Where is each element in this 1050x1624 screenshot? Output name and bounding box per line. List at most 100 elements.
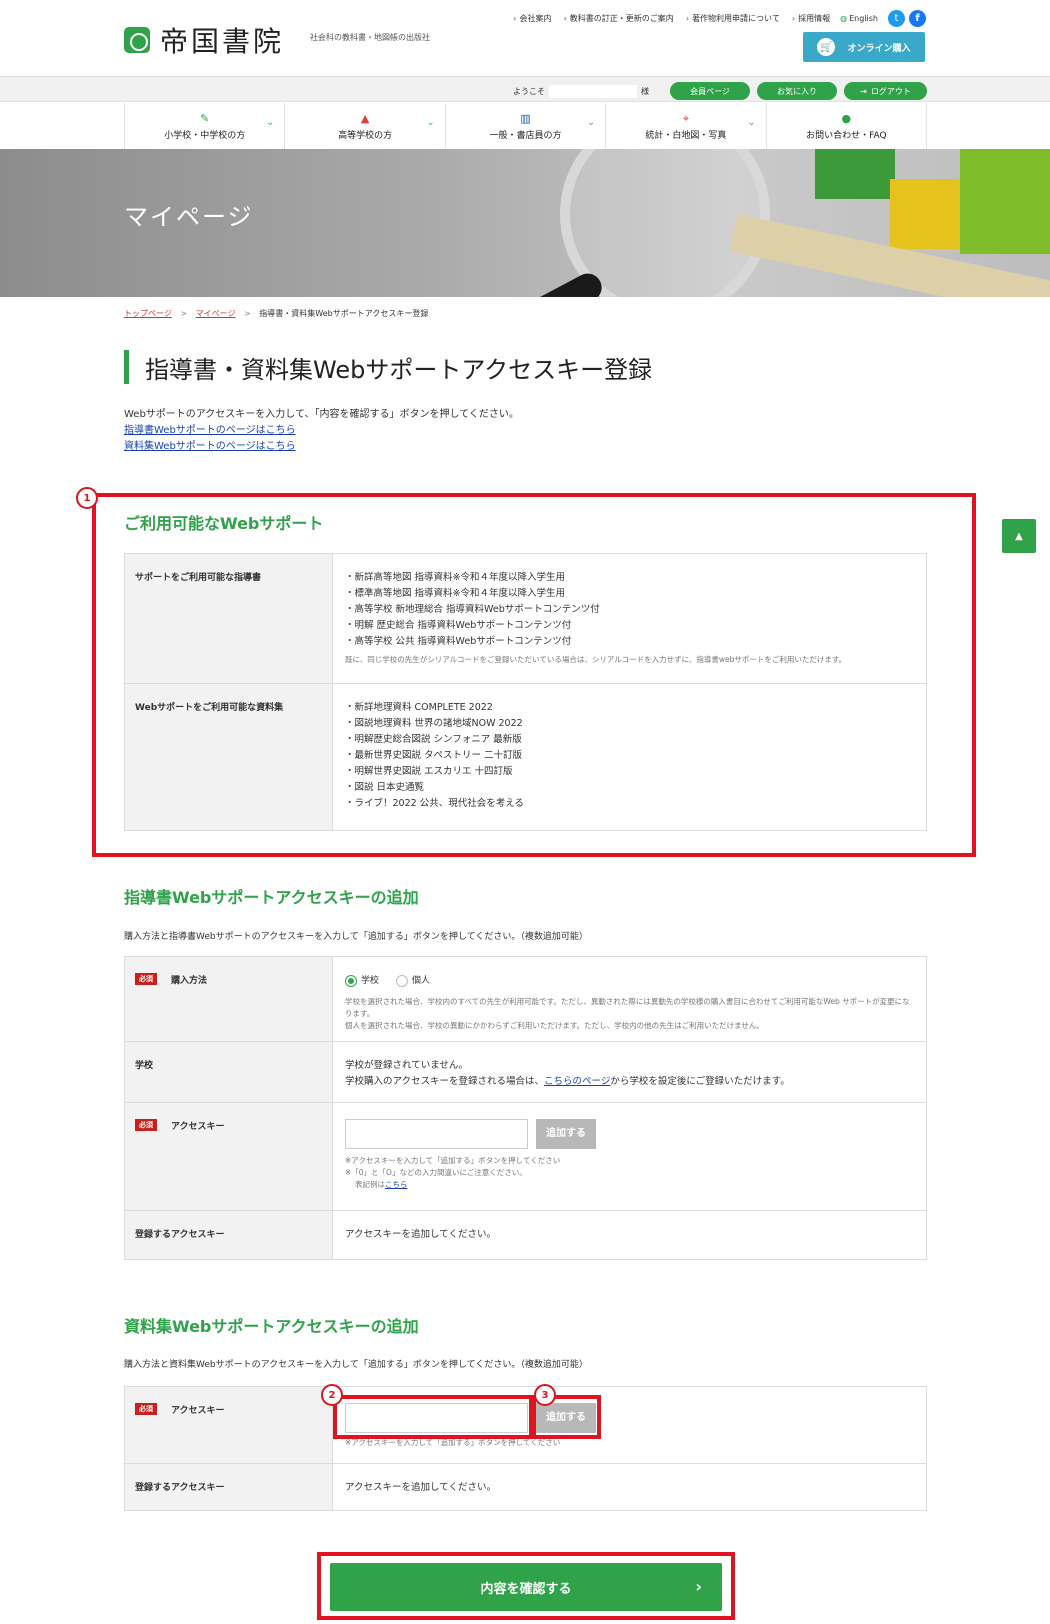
radio-checked-icon [345, 975, 357, 987]
registered-keys-label: 登録するアクセスキー [125, 1464, 333, 1510]
honorific: 様 [641, 87, 649, 96]
key-input-row: 追加する [345, 1119, 914, 1149]
guide-key-table: 必須 購入方法 学校 個人 学校を選択された場合、学校内のすべての先生が利用可能… [124, 956, 927, 1260]
pencil-icon: ✎ [200, 111, 210, 125]
required-badge: 必須 [135, 1119, 157, 1131]
notation-example-link[interactable]: こちら [385, 1180, 408, 1189]
nav-label: 高等学校の方 [338, 130, 393, 141]
school-field: 学校が登録されていません。 学校購入のアクセスキーを登録される場合は、こちらのペ… [333, 1042, 926, 1102]
access-key-label: 必須 アクセスキー [125, 1103, 333, 1210]
facebook-icon[interactable]: f [909, 10, 926, 27]
radio-unchecked-icon [396, 975, 409, 987]
logout-icon: ⇥ [860, 86, 867, 96]
globe-icon: ◍ [840, 14, 848, 23]
chevron-down-icon: ⌄ [426, 117, 435, 128]
chevron-down-icon: ⌄ [266, 117, 275, 128]
table-row: 登録するアクセスキー アクセスキーを追加してください。 [125, 1211, 926, 1259]
school-text: 学校購入のアクセスキーを登録される場合は、 [345, 1076, 545, 1087]
purchase-method-label: 必須 購入方法 [125, 957, 333, 1041]
tagline: 社会科の教科書・地図帳の出版社 [310, 33, 430, 42]
nav-elementary-junior[interactable]: ✎ 小学校・中学校の方 ⌄ [125, 103, 286, 149]
purchase-note: 学校を選択された場合、学校内のすべての先生が利用可能です。ただし、異動された際に… [345, 997, 910, 1018]
school-page-link[interactable]: こちらのページ [544, 1076, 610, 1087]
nav-high-school[interactable]: ▲ 高等学校の方 ⌄ [285, 103, 446, 149]
registered-keys-label: 登録するアクセスキー [125, 1211, 333, 1259]
logout-button[interactable]: ⇥ ログアウト [844, 82, 927, 100]
link-corrections[interactable]: 教科書の訂正・更新のご案内 [563, 13, 674, 24]
key-note: 表記例はこちら [345, 1179, 914, 1191]
nav-general-bookstore[interactable]: ▥ 一般・書店員の方 ⌄ [446, 103, 607, 149]
online-purchase-button[interactable]: 🛒 オンライン購入 [803, 32, 925, 62]
logo-text: 帝国書院 [160, 25, 285, 58]
logout-label: ログアウト [870, 86, 911, 96]
magnifier-handle [381, 268, 607, 297]
access-key-field: 追加する ※アクセスキーを入力して「追加する」ボタンを押してください ※「0」と… [333, 1103, 926, 1210]
breadcrumb-current: 指導書・資料集Webサポートアクセスキー登録 [259, 309, 429, 318]
access-key-label: 必須 アクセスキー [125, 1387, 333, 1463]
school-message: 学校が登録されていません。 [345, 1060, 468, 1071]
books-icon: ▥ [520, 111, 531, 125]
welcome-label: ようこそ [513, 87, 545, 96]
required-badge: 必須 [135, 1403, 157, 1415]
top-links: 会社案内 教科書の訂正・更新のご案内 著作物利用申請について 採用情報 ◍ En… [501, 10, 926, 27]
nav-statistics-maps[interactable]: ⌖ 統計・白地図・写真 ⌄ [606, 103, 767, 149]
table-row: 学校 学校が登録されていません。 学校購入のアクセスキーを登録される場合は、こち… [125, 1042, 926, 1103]
material-key-heading: 資料集Webサポートアクセスキーの追加 [124, 1317, 419, 1336]
main-nav: ✎ 小学校・中学校の方 ⌄ ▲ 高等学校の方 ⌄ ▥ 一般・書店員の方 ⌄ ⌖ … [124, 103, 928, 149]
intro-text: Webサポートのアクセスキーを入力して、「内容を確認する」ボタンを押してください… [124, 409, 519, 420]
radio-school[interactable]: 学校 [345, 973, 379, 989]
guide-add-button[interactable]: 追加する [536, 1119, 596, 1149]
guide-support-link[interactable]: 指導書Webサポートのページはこちら [124, 423, 519, 439]
breadcrumb: トップページ > マイページ > 指導書・資料集Webサポートアクセスキー登録 [124, 308, 428, 319]
callout-badge: 2 [321, 1384, 343, 1406]
nav-label: 一般・書店員の方 [489, 130, 562, 141]
purchase-label: 購入方法 [171, 976, 208, 986]
online-purchase-label: オンライン購入 [847, 43, 911, 54]
nav-contact-faq[interactable]: ● お問い合わせ・FAQ [767, 103, 928, 149]
breadcrumb-separator: > [244, 309, 251, 318]
link-company[interactable]: 会社案内 [513, 13, 551, 24]
breadcrumb-separator: > [180, 309, 188, 318]
nav-label: 統計・白地図・写真 [645, 130, 727, 141]
breadcrumb-home[interactable]: トップページ [124, 309, 172, 318]
table-row: 必須 アクセスキー 追加する ※アクセスキーを入力して「追加する」ボタンを押して… [125, 1103, 926, 1211]
scroll-to-top-button[interactable]: ▲ [1002, 519, 1036, 553]
twitter-icon[interactable]: t [888, 10, 905, 27]
nav-label: 小学校・中学校の方 [164, 130, 246, 141]
registered-keys-message: アクセスキーを追加してください。 [345, 1482, 496, 1493]
table-row: 登録するアクセスキー アクセスキーを追加してください。 [125, 1464, 926, 1510]
favorites-button[interactable]: お気に入り [757, 82, 837, 100]
key-note: ※アクセスキーを入力して「追加する」ボタンを押してください [345, 1156, 561, 1165]
chevron-down-icon: ⌄ [747, 117, 756, 128]
school-label: 学校 [125, 1042, 333, 1102]
intro: Webサポートのアクセスキーを入力して、「内容を確認する」ボタンを押してください… [124, 407, 519, 455]
link-recruit[interactable]: 採用情報 [792, 13, 830, 24]
purchase-note: 個人を選択された場合、学校の異動にかかわらずご利用いただけます。ただし、学校内の… [345, 1021, 764, 1030]
school-text: から学校を設定後にご登録いただけます。 [610, 1076, 790, 1087]
link-copyright[interactable]: 著作物利用申請について [686, 13, 780, 24]
chat-icon: ● [841, 111, 852, 125]
guide-access-key-input[interactable] [345, 1119, 528, 1149]
map-pin-icon: ⌖ [682, 111, 690, 125]
material-support-link[interactable]: 資料集Webサポートのページはこちら [124, 439, 519, 455]
arrow-up-icon: ▲ [1015, 530, 1023, 542]
cart-icon: 🛒 [817, 38, 836, 56]
hero-title: マイページ [124, 203, 254, 231]
registered-keys-message: アクセスキーを追加してください。 [345, 1229, 496, 1240]
member-page-button[interactable]: 会員ページ [670, 82, 750, 100]
nav-label: お問い合わせ・FAQ [806, 130, 887, 141]
guide-key-heading: 指導書Webサポートアクセスキーの追加 [124, 888, 419, 907]
breadcrumb-mypage[interactable]: マイページ [196, 309, 236, 318]
welcome-message: ようこそ 様 [513, 85, 649, 98]
key-label: アクセスキー [171, 1122, 225, 1132]
radio-personal[interactable]: 個人 [396, 973, 430, 989]
material-key-desc: 購入方法と資料集Webサポートのアクセスキーを入力して「追加する」ボタンを押して… [124, 1360, 588, 1370]
chevron-down-icon: ⌄ [586, 117, 596, 128]
graduation-cap-icon: ▲ [360, 111, 370, 125]
link-english[interactable]: English [849, 14, 878, 23]
purchase-options: 学校 個人 [345, 973, 914, 993]
green-block [815, 149, 895, 199]
site-logo[interactable]: 帝国書院 [124, 20, 284, 60]
table-row: 必須 購入方法 学校 個人 学校を選択された場合、学校内のすべての先生が利用可能… [125, 957, 926, 1042]
hero-banner: マイページ [0, 149, 1050, 297]
